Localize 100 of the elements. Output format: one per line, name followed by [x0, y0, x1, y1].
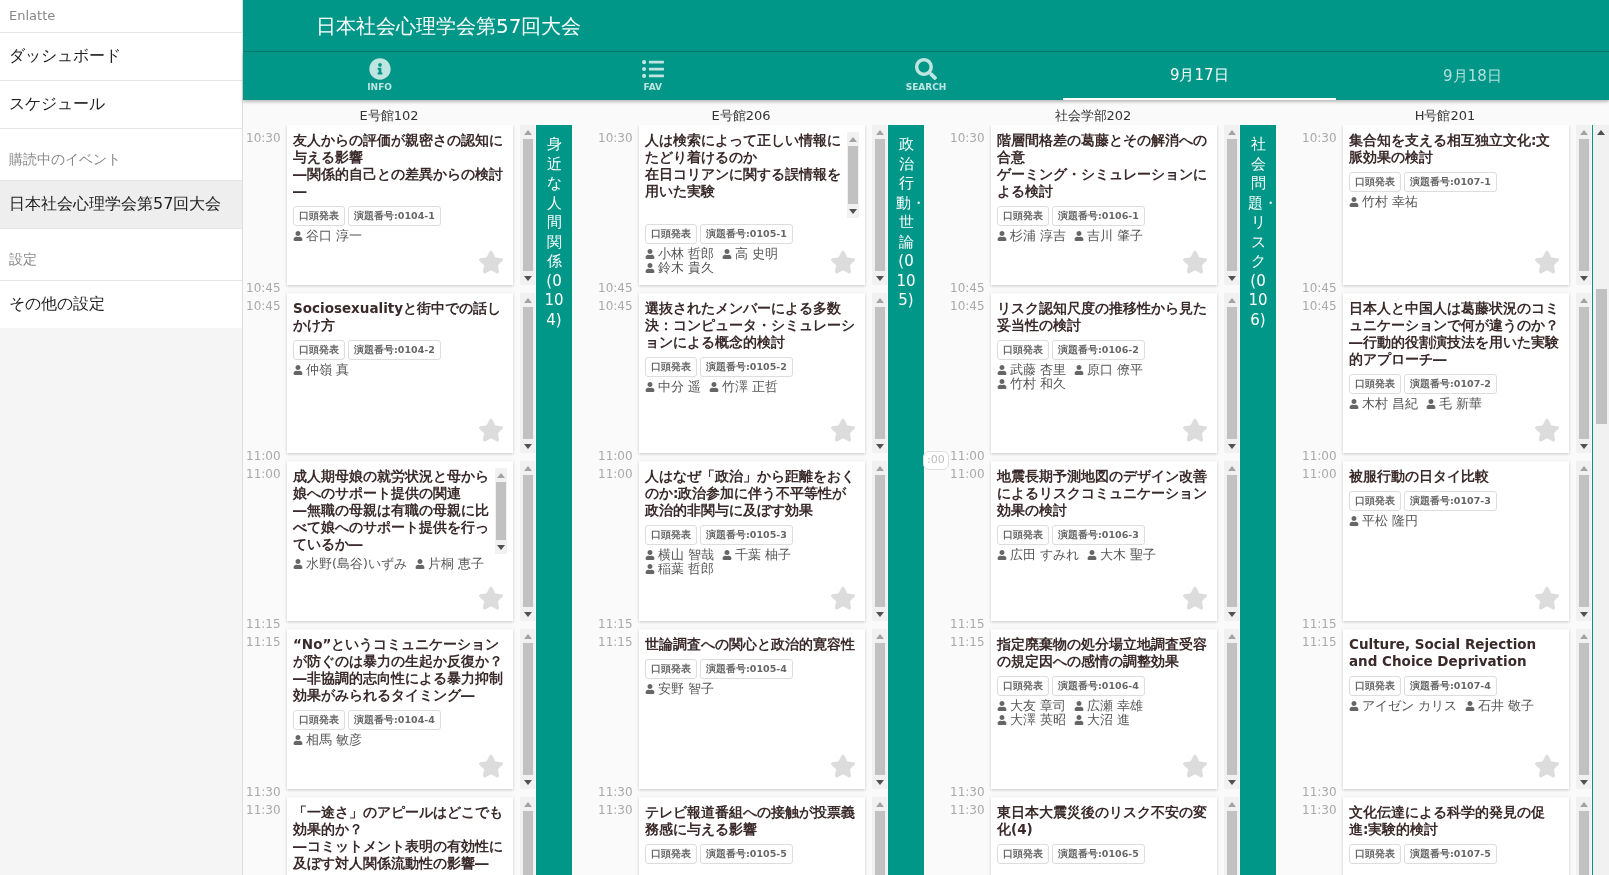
scrollbar[interactable]	[872, 461, 887, 621]
tab[interactable]: 9月17日	[1062, 52, 1336, 100]
scrollbar[interactable]	[1224, 293, 1239, 453]
tag: 口頭発表	[997, 340, 1049, 361]
arrow-down-icon[interactable]	[1227, 443, 1236, 449]
scrollbar[interactable]	[1576, 125, 1591, 285]
tag: 演題番号:0104-4	[348, 710, 441, 731]
sidebar-item[interactable]: 日本社会心理学会第57回大会	[0, 179, 242, 228]
session-card[interactable]: 人は検索によって正しい情報にたどり着けるのか 在日コリアンに関する誤情報を用いた実験 口頭発表 演題番号:0105-1 小林 哲郎 高 史明 鈴木 貴久	[639, 125, 865, 285]
star-icon[interactable]	[1182, 417, 1208, 443]
author-name: 千葉 柚子	[735, 548, 791, 563]
author-name: 片桐 恵子	[427, 557, 484, 571]
star-icon[interactable]	[830, 753, 856, 779]
arrow-down-icon[interactable]	[1579, 611, 1588, 617]
scrollbar[interactable]	[520, 293, 535, 453]
author-name: 水野(島谷)いずみ	[306, 557, 407, 571]
star-icon[interactable]	[1182, 249, 1208, 275]
arrow-down-icon[interactable]	[523, 779, 532, 785]
star-icon[interactable]	[478, 249, 504, 275]
arrow-down-icon[interactable]	[1579, 443, 1588, 449]
page-scrollbar[interactable]	[1592, 125, 1609, 875]
author-name: 仲嶺 真	[306, 363, 349, 378]
session-card[interactable]: 東日本大震災後のリスク不安の変化(4) 口頭発表 演題番号:0106-5	[991, 797, 1217, 875]
arrow-down-icon[interactable]	[849, 208, 857, 214]
arrow-down-icon[interactable]	[1579, 779, 1588, 785]
room-name: H号館201	[1414, 106, 1476, 125]
session-card[interactable]: 階層間格差の葛藤とその解消への合意 ゲーミング・シミュレーションによる検討 口頭発表 演題番号:0106-1 杉浦 淳吉 吉川 肇子	[991, 125, 1217, 285]
session-card[interactable]: Culture, Social Rejection and Choice Deprivation 口頭発表 演題番号:0107-4 アイゼン カリス 石井 敬子	[1343, 629, 1569, 789]
arrow-up-icon[interactable]	[1597, 129, 1605, 135]
title-line: 人は検索によって正しい情報にたどり着けるのか	[645, 132, 842, 166]
arrow-down-icon[interactable]	[523, 611, 532, 617]
scrollbar[interactable]	[520, 461, 535, 621]
room-name: 社会学部202	[1054, 106, 1132, 125]
session-card[interactable]: Sociosexualityと街中での話しかけ方 口頭発表 演題番号:0104-2 仲嶺 真	[287, 293, 513, 453]
scrollbar[interactable]	[1576, 293, 1591, 453]
time-bubble: :00	[923, 451, 949, 470]
scrollbar[interactable]	[520, 629, 535, 789]
arrow-down-icon[interactable]	[1227, 611, 1236, 617]
session-card[interactable]: 被服行動の日タイ比較 口頭発表 演題番号:0107-3 平松 隆円	[1343, 461, 1569, 621]
tag: 演題番号:0106-5	[1052, 844, 1145, 865]
arrow-down-icon[interactable]	[1227, 275, 1236, 281]
star-icon[interactable]	[478, 753, 504, 779]
arrow-down-icon[interactable]	[1227, 779, 1236, 785]
session-card[interactable]: 世論調査への関心と政治的寛容性 口頭発表 演題番号:0105-4 安野 智子	[639, 629, 865, 789]
star-icon[interactable]	[1534, 585, 1560, 611]
person-icon	[293, 735, 303, 746]
scrollbar[interactable]	[1224, 125, 1239, 285]
star-icon[interactable]	[830, 417, 856, 443]
tag: 演題番号:0105-5	[700, 844, 793, 865]
session-card[interactable]: “No”というコミュニケーションが防ぐのは暴力の生起か反復か？ ―非協調的志向性による暴力抑制効果がみられるタイミング― 口頭発表 演題番号:0104-4 相馬 敏彦	[287, 629, 513, 789]
session-card[interactable]: 成人期母娘の就労状況と母から娘へのサポート提供の関連 ―無職の母親は有職の母親に比べて娘へのサポート提供を行っているか― 水野(島谷)いずみ 片桐 恵子	[287, 461, 513, 621]
session-card[interactable]: 選抜されたメンバーによる多数決：コンピュータ・シミュレーションによる概念的検討 口頭発表 演題番号:0105-2 中分 遥 竹澤 正哲	[639, 293, 865, 453]
person-icon	[1087, 550, 1097, 561]
star-icon[interactable]	[830, 585, 856, 611]
arrow-down-icon[interactable]	[523, 275, 532, 281]
arrow-down-icon[interactable]	[875, 443, 884, 449]
scrollbar[interactable]	[1576, 461, 1591, 621]
scrollbar[interactable]	[1224, 629, 1239, 789]
scrollbar[interactable]	[872, 629, 887, 789]
scrollbar[interactable]	[495, 468, 507, 554]
session-card[interactable]: 文化伝達による科学的発見の促進:実験的検討 口頭発表 演題番号:0107-5	[1343, 797, 1569, 875]
star-icon[interactable]	[1534, 417, 1560, 443]
scrollbar[interactable]	[847, 132, 859, 218]
session-card[interactable]: 地震長期予測地図のデザイン改善によるリスクコミュニケーション効果の検討 口頭発表 演題番号:0106-3 広田 すみれ 大木 聖子	[991, 461, 1217, 621]
section-heading: 設定	[0, 227, 242, 280]
scrollbar[interactable]	[1576, 629, 1591, 789]
arrow-down-icon[interactable]	[875, 779, 884, 785]
scrollbar[interactable]	[872, 293, 887, 453]
title-line: ―非協調的志向性による暴力抑制効果がみられるタイミング―	[293, 670, 504, 704]
arrow-down-icon[interactable]	[523, 443, 532, 449]
session-card[interactable]: 日本人と中国人は葛藤状況のコミュニケーションで何が違うのか？ ―行動的役割演技法を用いた実験的アプローチ― 口頭発表 演題番号:0107-2 木村 昌紀 毛 新華	[1343, 293, 1569, 453]
session-card[interactable]: 「一途さ」のアピールはどこでも効果的か？ ―コミットメント表明の有効性に及ぼす対人関係流動性の影響―	[287, 797, 513, 875]
scrollbar[interactable]	[872, 125, 887, 285]
star-icon[interactable]	[478, 417, 504, 443]
star-icon[interactable]	[830, 249, 856, 275]
star-icon[interactable]	[1534, 249, 1560, 275]
person-icon	[997, 701, 1007, 712]
session-card[interactable]: 人はなぜ「政治」から距離をおくのか:政治参加に伴う不平等性が政治的非関与に及ぼす効果 口頭発表 演題番号:0105-3 横山 智哉 千葉 柚子 稲葉 哲郎	[639, 461, 865, 621]
end-time: 11:30	[1302, 784, 1337, 801]
arrow-down-icon[interactable]	[497, 544, 505, 550]
arrow-down-icon[interactable]	[875, 275, 884, 281]
scrollbar[interactable]	[1224, 461, 1239, 621]
scrollbar-thumb[interactable]	[1595, 289, 1607, 424]
star-icon[interactable]	[1182, 753, 1208, 779]
session-card[interactable]: 友人からの評価が親密さの認知に与える影響 ―関係的自己との差異からの検討― 口頭発表 演題番号:0104-1 谷口 淳一	[287, 125, 513, 285]
person-icon	[709, 382, 719, 393]
person-icon	[645, 249, 655, 260]
tab-icon	[641, 57, 664, 80]
tag: 口頭発表	[645, 224, 697, 245]
arrow-down-icon[interactable]	[875, 611, 884, 617]
session-card[interactable]: 集合知を支える相互独立文化:文脈効果の検討 口頭発表 演題番号:0107-1 竹村 幸祐	[1343, 125, 1569, 285]
session-card[interactable]: 指定廃棄物の処分場立地調査受容の規定因への感情の調整効果 口頭発表 演題番号:0106-4 大友 章司 広瀬 幸雄 大澤 英昭 大沼 進	[991, 629, 1217, 789]
star-icon[interactable]	[1534, 753, 1560, 779]
session-name: 身近な人間関係(0104)	[543, 135, 565, 330]
session-card[interactable]: リスク認知尺度の推移性から見た妥当性の検討 口頭発表 演題番号:0106-2 武藤 杏里 原口 僚平 竹村 和久	[991, 293, 1217, 453]
scrollbar[interactable]	[520, 125, 535, 285]
star-icon[interactable]	[478, 585, 504, 611]
session-card[interactable]: テレビ報道番組への接触が投票義務感に与える影響 口頭発表 演題番号:0105-5	[639, 797, 865, 875]
star-icon[interactable]	[1182, 585, 1208, 611]
arrow-down-icon[interactable]	[1579, 275, 1588, 281]
